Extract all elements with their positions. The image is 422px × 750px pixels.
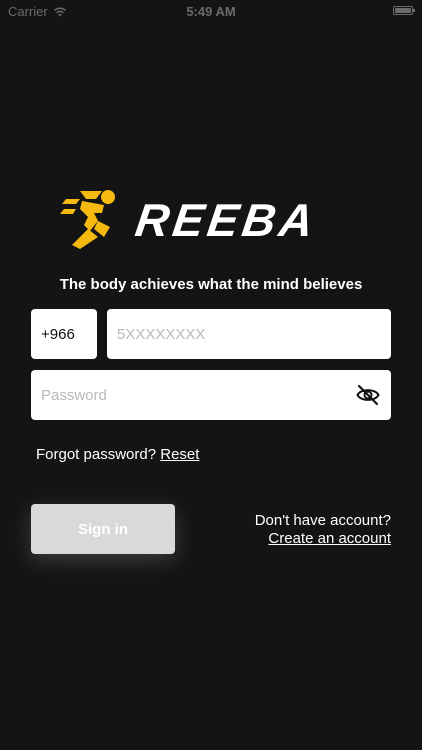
phone-field[interactable]: [107, 309, 391, 359]
status-time: 5:49 AM: [186, 4, 236, 19]
signup-prompt: Don't have account? Create an account: [255, 512, 391, 548]
forgot-password-text: Forgot password?: [36, 446, 157, 463]
reset-link[interactable]: Reset: [160, 446, 199, 463]
status-bar: Carrier 5:49 AM: [0, 0, 422, 22]
password-field[interactable]: [31, 370, 391, 420]
brand-name: REEBA: [132, 194, 321, 246]
phone-input[interactable]: [107, 309, 391, 359]
create-account-link[interactable]: Create an account: [255, 530, 391, 548]
eye-slash-icon[interactable]: [356, 384, 380, 406]
password-input[interactable]: [31, 370, 391, 420]
tagline: The body achieves what the mind believes: [59, 276, 363, 293]
country-code-value: +966: [41, 325, 75, 343]
sign-in-button[interactable]: Sign in: [31, 504, 175, 554]
brand-logo: REEBA: [58, 187, 368, 253]
battery-icon: [393, 6, 415, 15]
country-code-selector[interactable]: +966: [31, 309, 97, 359]
forgot-password-row: Forgot password? Reset: [36, 446, 199, 463]
runner-icon: [60, 190, 115, 249]
signup-prompt-text: Don't have account?: [254, 512, 391, 529]
